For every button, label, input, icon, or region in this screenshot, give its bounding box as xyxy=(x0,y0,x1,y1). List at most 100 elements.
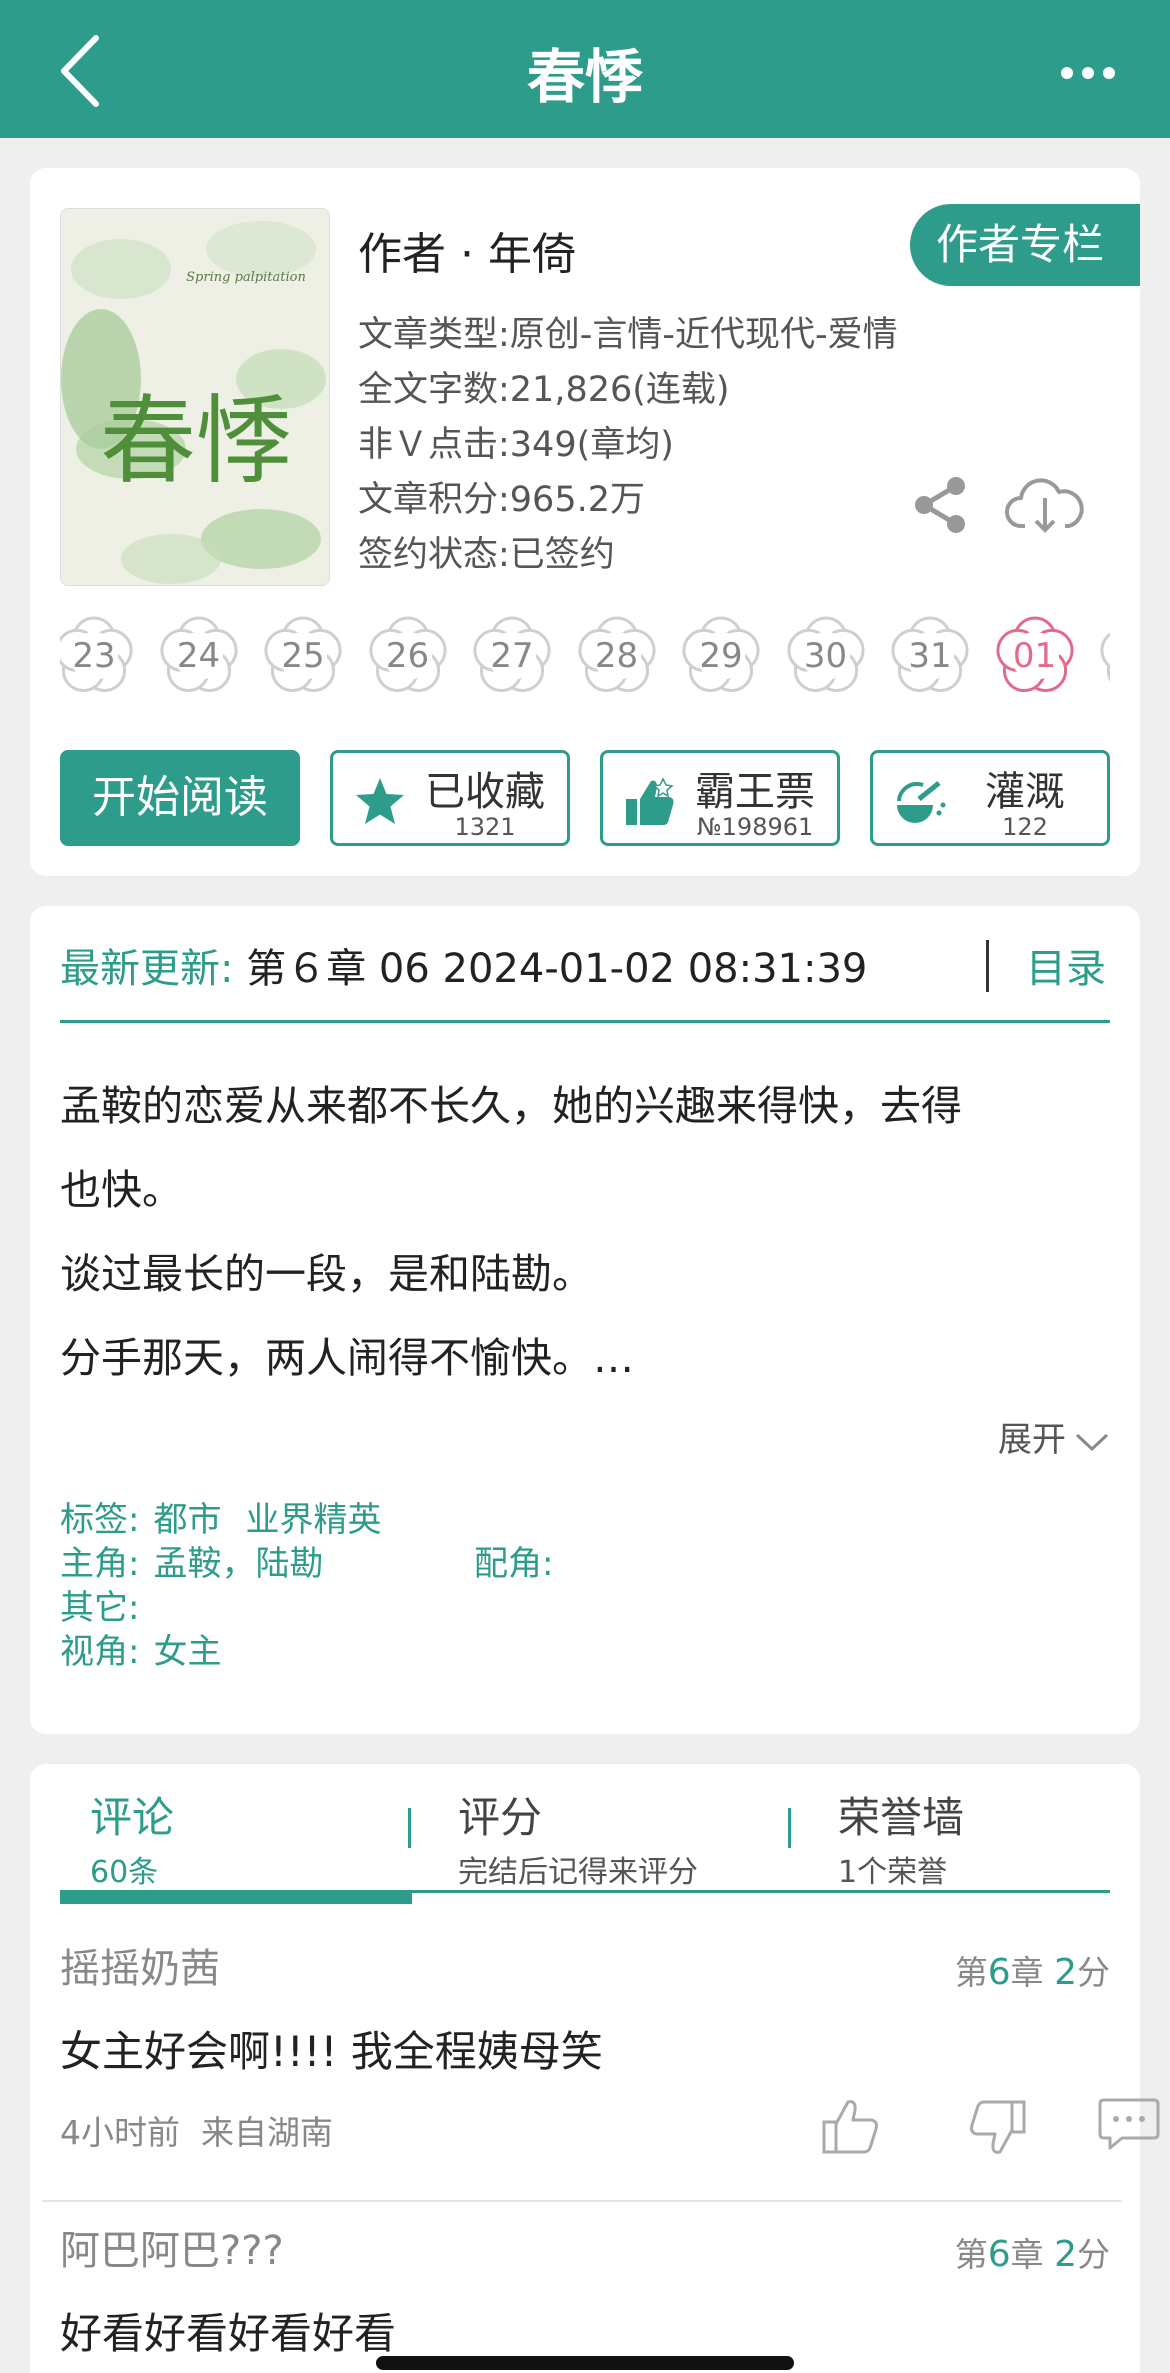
vote-button[interactable]: 霸王票 №198961 xyxy=(600,750,840,846)
author-column-button[interactable]: 作者专栏 xyxy=(910,204,1140,286)
calendar-day[interactable]: 29 xyxy=(673,608,769,704)
summary-line: 分手那天，两人闹得不愉快。… xyxy=(60,1334,634,1382)
pov-label: 视角: xyxy=(60,1632,140,1672)
score-number: 2 xyxy=(1054,1952,1077,1993)
collect-button[interactable]: 已收藏 1321 xyxy=(330,750,570,846)
tab-comments[interactable]: 评论 60条 xyxy=(90,1784,174,1891)
tab-subtitle: 60条 xyxy=(90,1855,159,1890)
latest-update[interactable]: 最新更新: 第６章 06 2024-01-02 08:31:39 xyxy=(60,936,867,994)
reply-icon[interactable] xyxy=(1098,2096,1160,2152)
summary-line: 孟鞍的恋爱从来都不长久，她的兴趣来得快，去得 xyxy=(60,1082,962,1130)
calendar-day[interactable]: 26 xyxy=(360,608,456,704)
support-label: 配角: xyxy=(474,1544,554,1584)
calendar-day-label: 29 xyxy=(699,636,743,676)
table-of-contents-link[interactable]: 目录 xyxy=(1026,936,1106,994)
chapter-suffix: 章 xyxy=(1010,2235,1055,2274)
thumbs-down-icon[interactable] xyxy=(966,2096,1028,2158)
comment-text: 好看好看好看好看 xyxy=(60,2309,397,2358)
tag-item[interactable]: 都市 xyxy=(153,1498,221,1542)
calendar-day-label: 24 xyxy=(176,636,221,676)
comment-user[interactable]: 阿巴阿巴??? xyxy=(60,2218,284,2276)
tag-list: 标签: 都市 业界精英 主角: 孟鞍，陆勘 配角: 其它: 视角: 女主 xyxy=(60,1498,553,1674)
chevron-down-icon xyxy=(1075,1433,1109,1451)
calendar-day-label: 27 xyxy=(490,636,534,676)
download-icon[interactable] xyxy=(1005,468,1085,538)
meta-word-count: 全文字数:21,826(连载) xyxy=(358,370,730,410)
watering-can-icon xyxy=(897,781,946,823)
page-title: 春悸 xyxy=(526,43,643,111)
calendar-day[interactable]: 24 xyxy=(151,608,247,704)
collect-label: 已收藏 xyxy=(425,769,545,815)
water-label: 灌溉 xyxy=(985,769,1065,815)
tab-title: 评论 xyxy=(90,1793,175,1842)
summary-line: 也快。 xyxy=(60,1166,183,1214)
tab-title: 荣誉墙 xyxy=(838,1793,965,1842)
comment-location: 来自湖南 xyxy=(200,2113,333,2152)
comment-user[interactable]: 摇摇奶茜 xyxy=(60,1936,220,1994)
calendar-day[interactable]: 25 xyxy=(255,608,351,704)
lead-characters: 孟鞍，陆勘 xyxy=(153,1544,324,1584)
pov-value: 女主 xyxy=(153,1632,222,1672)
chapter-prefix: 第 xyxy=(954,1953,988,1992)
calendar-day[interactable]: 28 xyxy=(569,608,665,704)
calendar-day[interactable]: 01 xyxy=(987,608,1083,704)
expand-label: 展开 xyxy=(998,1420,1066,1460)
update-calendar: 23 24 25 26 27 28 29 30 31 01 xyxy=(60,608,1110,708)
chapter-prefix: 第 xyxy=(954,2235,988,2274)
cover-chinese-title: 春悸 xyxy=(100,385,292,497)
latest-update-value: 第６章 06 2024-01-02 08:31:39 xyxy=(246,946,868,992)
score-number: 2 xyxy=(1054,2234,1077,2275)
other-label: 其它: xyxy=(60,1588,140,1628)
share-icon[interactable] xyxy=(910,474,972,536)
vote-count: №198961 xyxy=(696,813,814,841)
comment-text: 女主好会啊!!!! 我全程姨母笑 xyxy=(60,2027,603,2076)
tab-title: 评分 xyxy=(458,1793,543,1842)
divider xyxy=(408,1808,411,1848)
tag-item[interactable]: 业界精英 xyxy=(245,1498,381,1542)
meta-clicks: 非Ｖ点击:349(章均) xyxy=(358,425,674,465)
more-icon[interactable] xyxy=(1058,58,1118,88)
latest-update-label: 最新更新: xyxy=(60,946,234,992)
score-suffix: 分 xyxy=(1077,1953,1110,1992)
calendar-day[interactable]: 27 xyxy=(464,608,560,704)
meta-score: 文章积分:965.2万 xyxy=(358,480,645,520)
tab-honor-wall[interactable]: 荣誉墙 1个荣誉 xyxy=(838,1784,964,1891)
divider xyxy=(42,2200,1122,2202)
divider xyxy=(788,1808,791,1848)
thumbs-up-icon xyxy=(626,777,674,825)
meta-type: 文章类型:原创-言情-近代现代-爱情 xyxy=(358,315,898,355)
start-reading-button[interactable]: 开始阅读 xyxy=(60,750,300,846)
book-cover[interactable]: Spring palpitation 春悸 xyxy=(60,208,330,586)
tab-rating[interactable]: 评分 完结后记得来评分 xyxy=(458,1784,698,1891)
comment-meta: 4小时前 来自湖南 xyxy=(60,2106,333,2154)
comments-card: 评论 60条 评分 完结后记得来评分 荣誉墙 1个荣誉 摇摇奶茜 第6章 2分 … xyxy=(30,1764,1160,2373)
calendar-day-label: 31 xyxy=(908,636,952,676)
calendar-day-label: 28 xyxy=(594,636,639,676)
calendar-day-label: 26 xyxy=(385,636,430,676)
summary-text: 孟鞍的恋爱从来都不长久，她的兴趣来得快，去得 也快。 谈过最长的一段，是和陆勘。… xyxy=(60,1064,1110,1400)
comment-chapter-score: 第6章 2分 xyxy=(955,2228,1110,2276)
calendar-day[interactable]: 31 xyxy=(882,608,978,704)
author-name[interactable]: 作者 · 年倚 xyxy=(358,218,576,282)
star-icon xyxy=(356,778,404,824)
calendar-day-label: 25 xyxy=(281,636,325,676)
tab-subtitle: 完结后记得来评分 xyxy=(458,1855,698,1890)
calendar-day[interactable]: 30 xyxy=(778,608,874,704)
top-bar: 春悸 xyxy=(0,0,1170,138)
chapter-number: 6 xyxy=(987,1952,1011,1993)
comment-chapter-score: 第6章 2分 xyxy=(955,1946,1110,1994)
calendar-day-label: 01 xyxy=(1012,636,1057,676)
thumbs-up-icon[interactable] xyxy=(820,2096,882,2158)
comment-time: 4小时前 xyxy=(60,2113,180,2152)
chapter-suffix: 章 xyxy=(1010,1953,1055,1992)
cover-english-title: Spring palpitation xyxy=(186,270,306,285)
score-suffix: 分 xyxy=(1077,2235,1110,2274)
water-button[interactable]: 灌溉 122 xyxy=(870,750,1110,846)
chapter-number: 6 xyxy=(987,2234,1011,2275)
calendar-day[interactable]: 23 xyxy=(60,608,142,704)
vote-label: 霸王票 xyxy=(695,769,815,815)
tab-subtitle: 1个荣誉 xyxy=(838,1855,948,1890)
expand-button[interactable]: 展开 xyxy=(998,1412,1110,1461)
lead-label: 主角: xyxy=(60,1544,140,1584)
action-bar: 开始阅读 已收藏 1321 霸王票 №198961 灌溉 122 xyxy=(60,750,1110,848)
